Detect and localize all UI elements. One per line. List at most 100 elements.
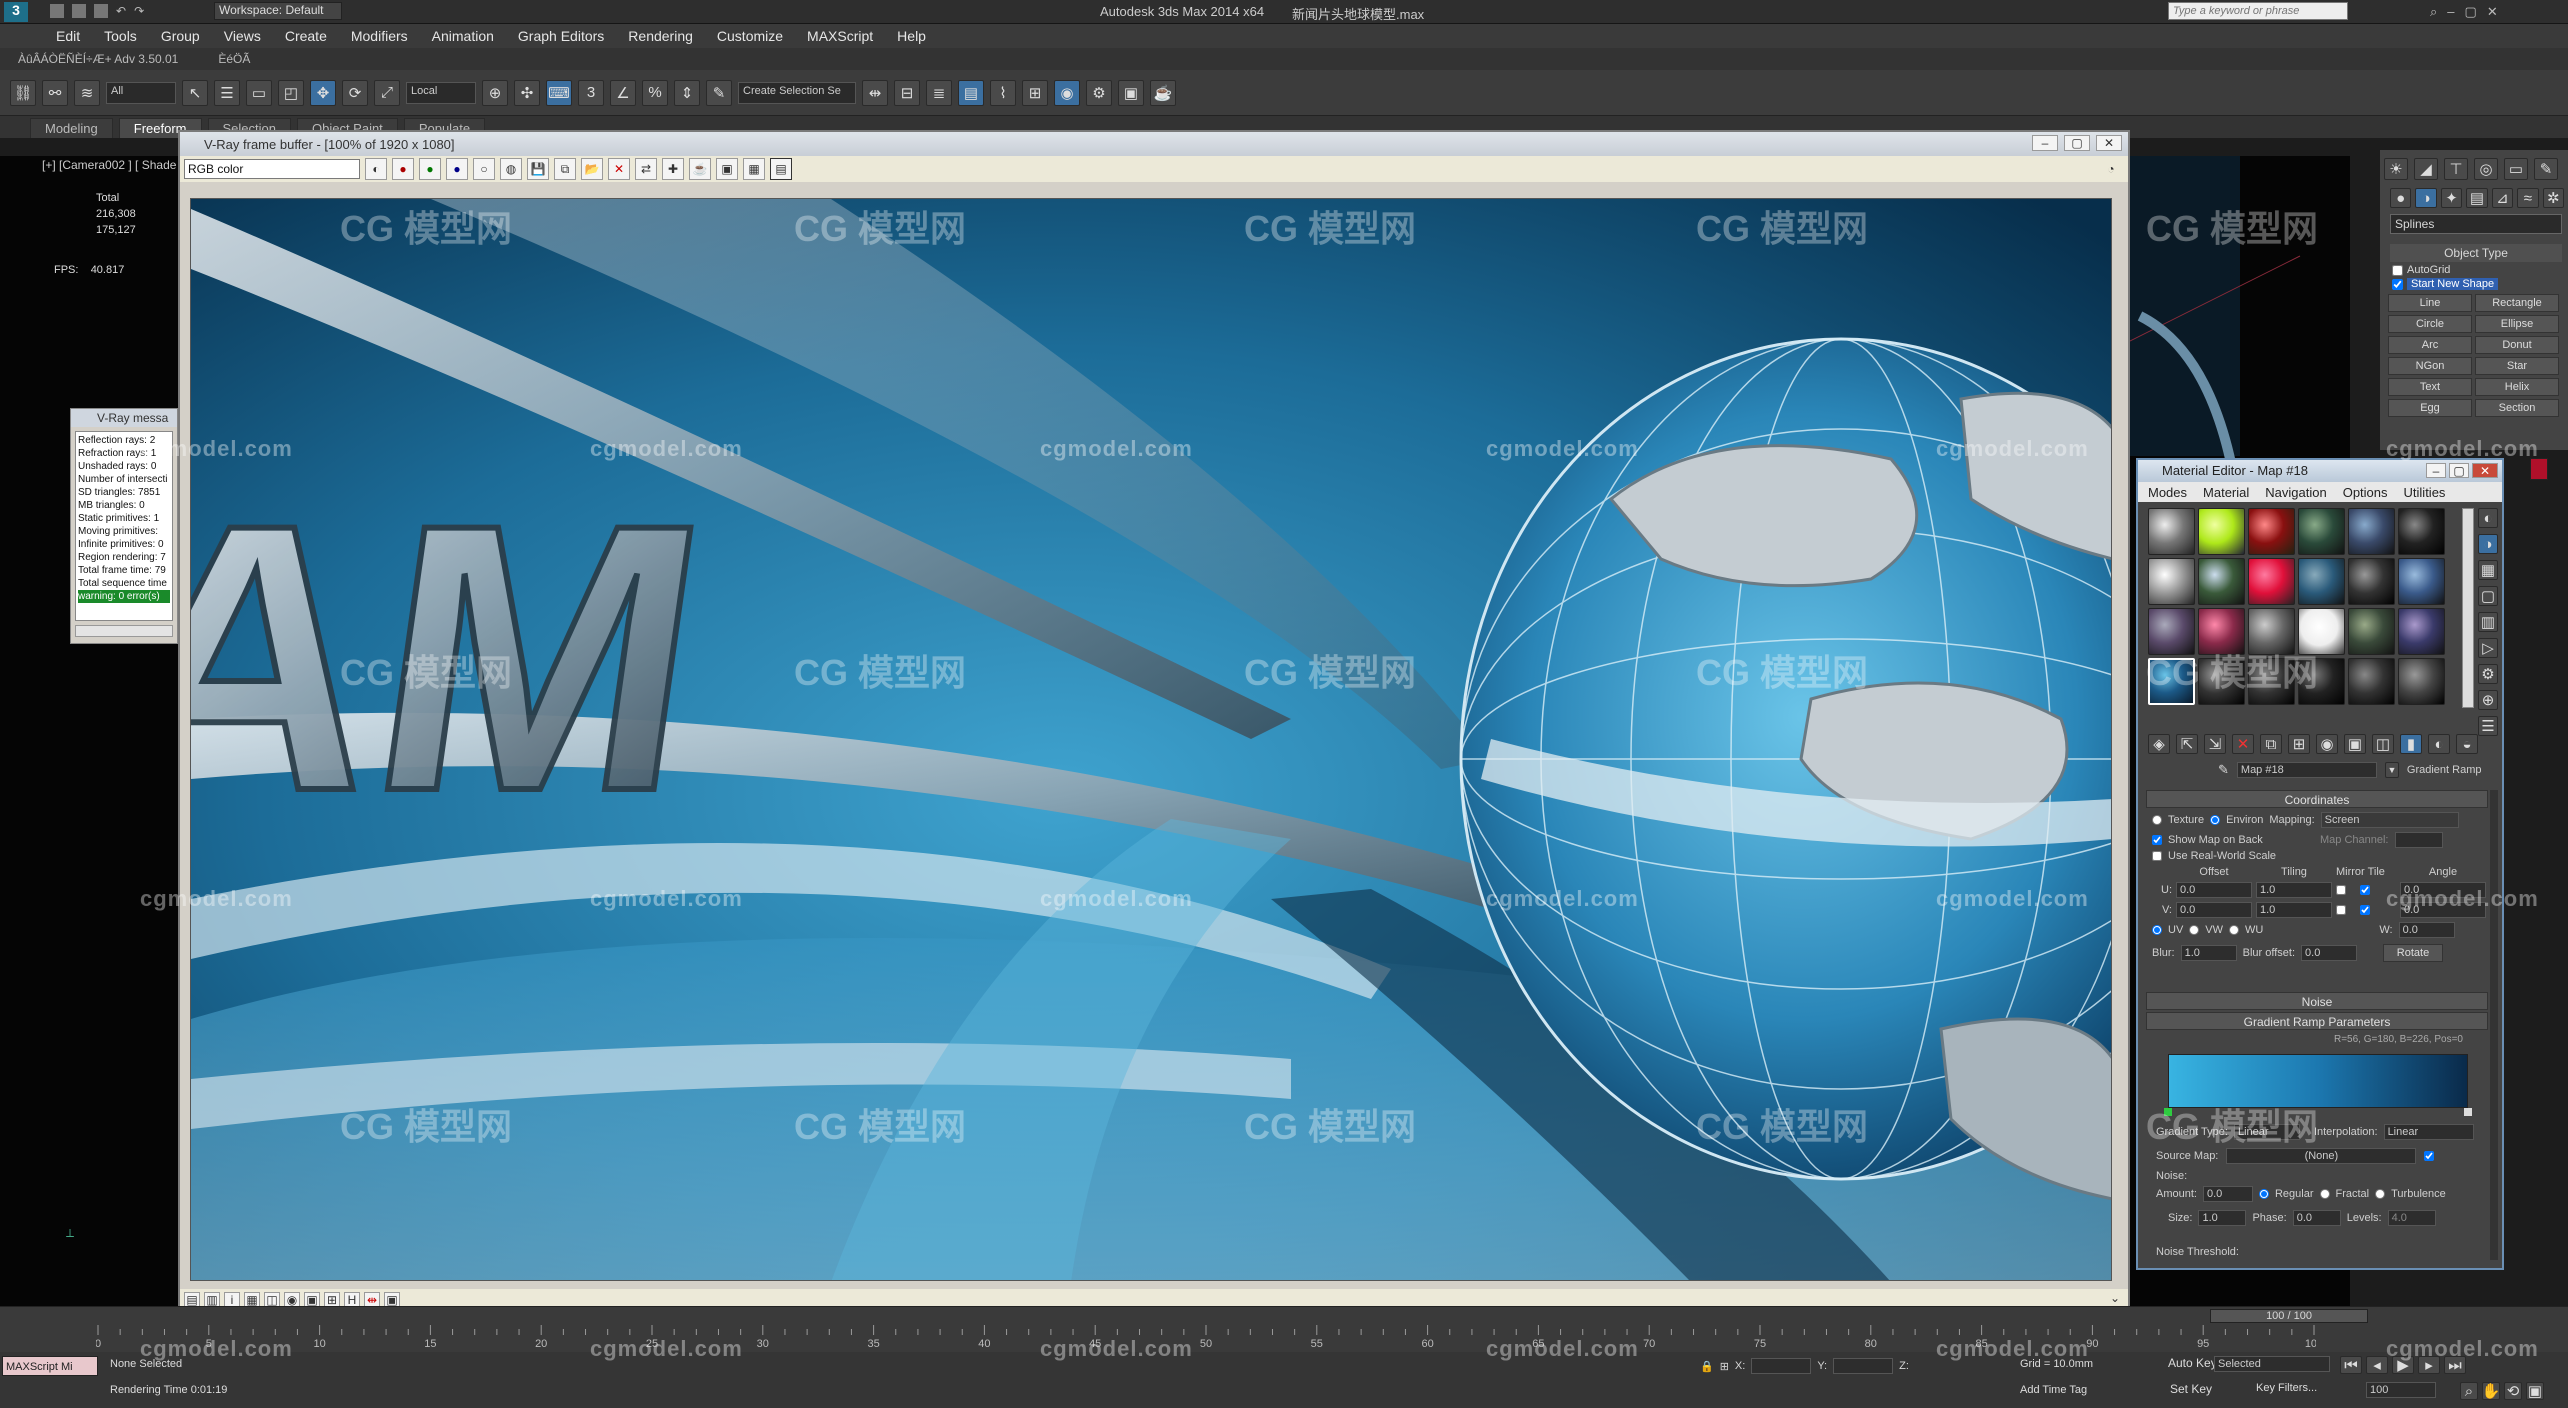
source-map-button[interactable]: (None) bbox=[2226, 1148, 2417, 1164]
helpers-icon[interactable]: ⊿ bbox=[2491, 188, 2514, 208]
mirror-icon[interactable]: ⇹ bbox=[862, 79, 888, 106]
render-region-icon[interactable]: ☕ bbox=[689, 158, 711, 180]
map-name-dropdown-icon[interactable]: ▼ bbox=[2384, 762, 2399, 778]
auto-key-button[interactable]: Auto Key bbox=[2168, 1356, 2217, 1370]
timeline-ruler[interactable]: 0 5 10 15 20 25 30 35 40 45 50 55 60 65 70 75 80 85 90 95 10… bbox=[96, 1325, 2316, 1351]
menu-animation[interactable]: Animation bbox=[426, 28, 512, 44]
arc-button[interactable]: Arc bbox=[2388, 336, 2472, 354]
green-channel-icon[interactable]: ● bbox=[419, 158, 441, 180]
start-new-shape-checkbox[interactable] bbox=[2392, 278, 2403, 290]
menu-edit[interactable]: Edit bbox=[50, 28, 98, 44]
sample-slot[interactable] bbox=[2198, 608, 2245, 655]
sample-slot[interactable] bbox=[2398, 608, 2445, 655]
maximize-icon[interactable]: ▢ bbox=[2064, 135, 2090, 151]
open-file-icon[interactable] bbox=[72, 4, 86, 18]
amount-field[interactable]: 0.0 bbox=[2202, 1186, 2253, 1202]
sample-slot[interactable] bbox=[2398, 658, 2445, 705]
u-mirror-checkbox[interactable] bbox=[2336, 885, 2346, 895]
percent-snap-icon[interactable]: % bbox=[642, 79, 668, 106]
sample-slot[interactable] bbox=[2148, 608, 2195, 655]
close-icon[interactable]: ✕ bbox=[2472, 463, 2498, 478]
menu-options[interactable]: Options bbox=[2343, 485, 2388, 500]
motion-tab-icon[interactable]: ◎ bbox=[2474, 158, 2498, 180]
menu-utilities[interactable]: Utilities bbox=[2404, 485, 2446, 500]
ref-coord-dropdown[interactable]: Local bbox=[406, 81, 476, 104]
angle-snap-icon[interactable]: ∠ bbox=[610, 79, 636, 106]
app-logo-icon[interactable]: 3 bbox=[4, 2, 28, 22]
object-type-rollout[interactable]: Object Type bbox=[2390, 244, 2562, 262]
w-angle-field[interactable]: 0.0 bbox=[2398, 922, 2455, 938]
minimize-icon[interactable]: – bbox=[2447, 4, 2454, 20]
shapes-icon[interactable]: ◑ bbox=[2415, 188, 2437, 208]
menu-tools[interactable]: Tools bbox=[98, 28, 155, 44]
text-button[interactable]: Text bbox=[2388, 378, 2472, 396]
sample-slot[interactable] bbox=[2348, 558, 2395, 605]
get-material-icon[interactable]: ◈ bbox=[2148, 734, 2170, 754]
sample-slot[interactable] bbox=[2198, 508, 2245, 555]
material-editor-icon[interactable]: ◉ bbox=[1054, 79, 1080, 106]
load-image-icon[interactable]: 📂 bbox=[581, 158, 603, 180]
sample-slot[interactable] bbox=[2198, 558, 2245, 605]
make-preview-icon[interactable]: ▷ bbox=[2478, 638, 2498, 658]
u-tiling-field[interactable]: 1.0 bbox=[2256, 882, 2332, 898]
maximize-viewport-icon[interactable]: ▣ bbox=[2526, 1382, 2544, 1400]
menu-create[interactable]: Create bbox=[279, 28, 345, 44]
wu-radio[interactable] bbox=[2229, 925, 2240, 935]
interpolation-dropdown[interactable]: Linear bbox=[2383, 1124, 2474, 1140]
helix-button[interactable]: Helix bbox=[2475, 378, 2559, 396]
show-corrections-icon[interactable]: ▦ bbox=[743, 158, 765, 180]
named-selection-dropdown[interactable]: Create Selection Se bbox=[738, 81, 856, 104]
put-to-library-icon[interactable]: ⊞ bbox=[2288, 734, 2310, 754]
assign-to-selection-icon[interactable]: ⇲ bbox=[2204, 734, 2226, 754]
maximize-icon[interactable]: ▢ bbox=[2449, 463, 2469, 478]
v-tiling-field[interactable]: 1.0 bbox=[2256, 902, 2332, 918]
video-color-check-icon[interactable]: ▥ bbox=[2478, 612, 2498, 632]
color-swatch[interactable] bbox=[2530, 458, 2548, 480]
category-dropdown[interactable]: Splines bbox=[2390, 214, 2562, 234]
zoom-icon[interactable]: ⌕ bbox=[2460, 1382, 2478, 1400]
save-image-icon[interactable]: 💾 bbox=[527, 158, 549, 180]
map-type-button[interactable]: Gradient Ramp bbox=[2407, 764, 2482, 776]
menu-modes[interactable]: Modes bbox=[2148, 485, 2187, 500]
key-mode-dropdown[interactable]: Selected bbox=[2214, 1356, 2330, 1372]
systems-icon[interactable]: ✲ bbox=[2542, 188, 2564, 208]
sample-slot[interactable] bbox=[2398, 508, 2445, 555]
minimize-icon[interactable]: – bbox=[2426, 463, 2446, 478]
autogrid-checkbox[interactable] bbox=[2392, 264, 2403, 276]
v-mirror-checkbox[interactable] bbox=[2336, 905, 2346, 915]
lights-icon[interactable]: ✦ bbox=[2440, 188, 2463, 208]
next-frame-icon[interactable]: ▸ bbox=[2418, 1356, 2440, 1374]
gradient-flag-end[interactable] bbox=[2464, 1108, 2472, 1116]
menu-graph-editors[interactable]: Graph Editors bbox=[512, 28, 622, 44]
gradient-type-dropdown[interactable]: Linear bbox=[2233, 1124, 2300, 1140]
current-frame-field[interactable]: 100 bbox=[2366, 1382, 2436, 1398]
put-to-scene-icon[interactable]: ⇱ bbox=[2176, 734, 2198, 754]
menu-views[interactable]: Views bbox=[218, 28, 279, 44]
go-to-end-icon[interactable]: ⏭ bbox=[2444, 1356, 2466, 1374]
star-button[interactable]: Star bbox=[2475, 357, 2559, 375]
blue-channel-icon[interactable]: ● bbox=[446, 158, 468, 180]
uv-radio[interactable] bbox=[2152, 925, 2162, 935]
geometry-icon[interactable]: ● bbox=[2390, 188, 2412, 208]
show-end-result-icon[interactable]: ◫ bbox=[2372, 734, 2394, 754]
show-shaded-icon[interactable]: ▣ bbox=[2344, 734, 2366, 754]
u-tile-checkbox[interactable] bbox=[2360, 885, 2370, 895]
blur-offset-field[interactable]: 0.0 bbox=[2301, 945, 2358, 961]
sample-slot[interactable] bbox=[2248, 558, 2295, 605]
messages-scrollbar[interactable] bbox=[75, 625, 173, 637]
sample-slot-selected[interactable] bbox=[2148, 658, 2195, 705]
map-name-field[interactable]: Map #18 bbox=[2236, 762, 2377, 778]
plugin-settings[interactable]: ÈéÖÃ bbox=[218, 52, 250, 66]
orbit-icon[interactable]: ⟲ bbox=[2504, 1382, 2522, 1400]
sample-slot[interactable] bbox=[2298, 608, 2345, 655]
lens-effects-icon[interactable]: ▤ bbox=[770, 158, 792, 180]
rectangle-button[interactable]: Rectangle bbox=[2475, 294, 2559, 312]
source-map-checkbox[interactable] bbox=[2424, 1151, 2435, 1161]
select-by-name-icon[interactable]: ☰ bbox=[214, 79, 240, 106]
align-icon[interactable]: ⊟ bbox=[894, 79, 920, 106]
save-all-icon[interactable]: ⧉ bbox=[554, 158, 576, 180]
vray-messages-log[interactable]: Reflection rays: 2 Refraction rays: 1 Un… bbox=[75, 431, 173, 621]
absolute-mode-icon[interactable]: ⊞ bbox=[1720, 1360, 1729, 1373]
rotate-button[interactable]: Rotate bbox=[2383, 944, 2444, 962]
material-navigator-icon[interactable]: ☰ bbox=[2478, 716, 2498, 736]
